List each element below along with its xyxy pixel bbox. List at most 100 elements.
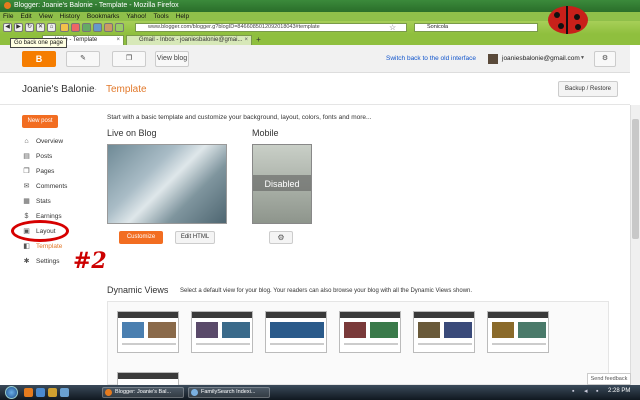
- tab-gmail-inbox[interactable]: Gmail - Inbox - joaniesbalonie@gmai... ×: [126, 35, 252, 45]
- sidebar-item-label: Pages: [36, 168, 55, 175]
- home-icon[interactable]: ⌂: [47, 23, 56, 32]
- window-titlebar: Blogger: Joanie's Balonie - Template - M…: [0, 0, 640, 12]
- sidebar-item-comments[interactable]: ✉ Comments: [22, 181, 102, 193]
- dynamic-view-thumbnail[interactable]: [339, 311, 401, 353]
- customize-button[interactable]: Customize: [119, 231, 163, 244]
- addon-toolbar-icon[interactable]: [71, 23, 80, 32]
- menu-file[interactable]: File: [3, 13, 13, 20]
- close-icon[interactable]: ×: [116, 36, 120, 45]
- taskbar-item-firefox[interactable]: Blogger: Joanie's Bal...: [102, 387, 184, 398]
- bookmark-toolbar-icon[interactable]: [60, 23, 69, 32]
- avatar[interactable]: [488, 54, 498, 64]
- page-title: Template: [106, 84, 147, 95]
- navigation-toolbar: ◀ ▶ ↻ ✕ ⌂ www.blogger.com/blogger.g?blog…: [0, 21, 640, 34]
- dynamic-view-thumbnail[interactable]: [191, 311, 253, 353]
- new-tab-plus-icon[interactable]: +: [254, 36, 263, 44]
- annotation-number: #2: [73, 248, 107, 274]
- stop-icon[interactable]: ✕: [36, 23, 45, 32]
- dynamic-view-thumbnail[interactable]: [117, 372, 179, 386]
- live-template-preview[interactable]: [107, 144, 227, 224]
- edit-html-button[interactable]: Edit HTML: [175, 231, 215, 244]
- dynamic-views-title: Dynamic Views: [107, 285, 169, 295]
- ie-quicklaunch-icon[interactable]: [36, 388, 45, 397]
- addon-toolbar-icon-4[interactable]: [104, 23, 113, 32]
- windows-start-icon[interactable]: [5, 386, 18, 399]
- new-post-button[interactable]: New post: [22, 115, 58, 128]
- gear-icon: ⚙: [601, 55, 609, 62]
- sidebar-item-label: Comments: [36, 183, 68, 190]
- menu-help[interactable]: Help: [176, 13, 189, 20]
- back-arrow-icon[interactable]: ◀: [3, 23, 12, 32]
- dynamic-view-thumbnail[interactable]: [265, 311, 327, 353]
- blog-title[interactable]: Joanie's Balonie: [22, 84, 95, 95]
- menu-tools[interactable]: Tools: [154, 13, 169, 20]
- network-tray-icon[interactable]: ▪: [572, 388, 580, 396]
- addon-toolbar-icon-5[interactable]: [115, 23, 124, 32]
- comments-icon: ✉: [23, 183, 30, 190]
- addon-toolbar-icon-3[interactable]: [93, 23, 102, 32]
- scrollbar-thumb[interactable]: [632, 119, 639, 239]
- chevron-down-icon[interactable]: ▼: [580, 55, 585, 61]
- settings-gear-button[interactable]: ⚙: [594, 51, 616, 67]
- live-on-blog-label: Live on Blog: [107, 128, 157, 138]
- mobile-settings-button[interactable]: ⚙: [269, 231, 293, 244]
- send-feedback-button[interactable]: Send feedback: [587, 373, 631, 385]
- blogger-logo-button[interactable]: B: [22, 51, 56, 67]
- ladybug-spot: [575, 24, 581, 30]
- sidebar-item-label: Template: [36, 243, 63, 250]
- new-post-pencil-button[interactable]: ✎: [66, 51, 100, 67]
- system-clock[interactable]: 2:28 PM: [608, 388, 630, 394]
- dynamic-view-thumbnail[interactable]: [413, 311, 475, 353]
- pencil-icon: ✎: [80, 55, 86, 62]
- desktop-quicklaunch-icon[interactable]: [60, 388, 69, 397]
- dynamic-view-thumbnail[interactable]: [487, 311, 549, 353]
- tray-icon[interactable]: ▪: [596, 388, 604, 396]
- sidebar-item-posts[interactable]: ▤ Posts: [22, 151, 102, 163]
- sidebar-item-pages[interactable]: ❐ Pages: [22, 166, 102, 178]
- blogger-header: B ✎ ❐ View blog Switch back to the old i…: [0, 45, 630, 73]
- menu-bookmarks[interactable]: Bookmarks: [87, 13, 120, 20]
- menu-yahoo[interactable]: Yahoo!: [126, 13, 146, 20]
- url-bar[interactable]: www.blogger.com/blogger.g?blogID=8466085…: [135, 23, 407, 32]
- mobile-label: Mobile: [252, 128, 279, 138]
- menu-edit[interactable]: Edit: [20, 13, 31, 20]
- sidebar-item-overview[interactable]: ⌂ Overview: [22, 136, 102, 148]
- sidebar-item-label: Posts: [36, 153, 53, 160]
- bookmark-star-icon[interactable]: ☆: [389, 23, 396, 32]
- ladybug-theme-decoration: [548, 6, 588, 34]
- menu-view[interactable]: View: [39, 13, 53, 20]
- sidebar-item-label: Earnings: [36, 213, 62, 220]
- copy-icon: ❐: [125, 55, 133, 62]
- close-icon[interactable]: ×: [244, 36, 248, 45]
- forward-arrow-icon[interactable]: ▶: [14, 23, 23, 32]
- firefox-quicklaunch-icon[interactable]: [24, 388, 33, 397]
- ladybug-spot: [558, 23, 564, 29]
- dynamic-views-description: Select a default view for your blog. You…: [180, 288, 473, 294]
- title-separator: ·: [94, 84, 98, 95]
- mobile-template-preview[interactable]: Disabled: [252, 144, 312, 224]
- dynamic-view-thumbnail[interactable]: [117, 311, 179, 353]
- addon-toolbar-icon-2[interactable]: [82, 23, 91, 32]
- mobile-disabled-label: Disabled: [264, 179, 300, 189]
- blog-title-row: Joanie's Balonie · Template Backup / Res…: [0, 73, 630, 105]
- taskbar-item-familysearch[interactable]: FamilySearch Indexi...: [188, 387, 270, 398]
- page-scrollbar[interactable]: [630, 105, 640, 385]
- pages-icon: ❐: [23, 168, 30, 175]
- old-interface-link[interactable]: Switch back to the old interface: [386, 55, 476, 62]
- account-email[interactable]: joaniesbalonie@gmail.com: [502, 55, 580, 62]
- taskbar-item-label: FamilySearch Indexi...: [201, 389, 256, 395]
- firefox-icon: [4, 1, 11, 9]
- reload-icon[interactable]: ↻: [25, 23, 34, 32]
- menu-bar: File Edit View History Bookmarks Yahoo! Tools H…: [0, 12, 640, 21]
- sidebar-item-stats[interactable]: ▦ Stats: [22, 196, 102, 208]
- menu-history[interactable]: History: [60, 13, 80, 20]
- volume-tray-icon[interactable]: ◂: [584, 388, 592, 396]
- view-blog-button[interactable]: View blog: [155, 51, 189, 67]
- folder-quicklaunch-icon[interactable]: [48, 388, 57, 397]
- backup-restore-button[interactable]: Backup / Restore: [558, 81, 618, 97]
- search-box[interactable]: Sonicola: [414, 23, 538, 32]
- pages-copy-button[interactable]: ❐: [112, 51, 146, 67]
- sidebar-item-label: Stats: [36, 198, 51, 205]
- dynamic-views-panel: [107, 301, 609, 386]
- taskbar-item-label: Blogger: Joanie's Bal...: [115, 389, 172, 395]
